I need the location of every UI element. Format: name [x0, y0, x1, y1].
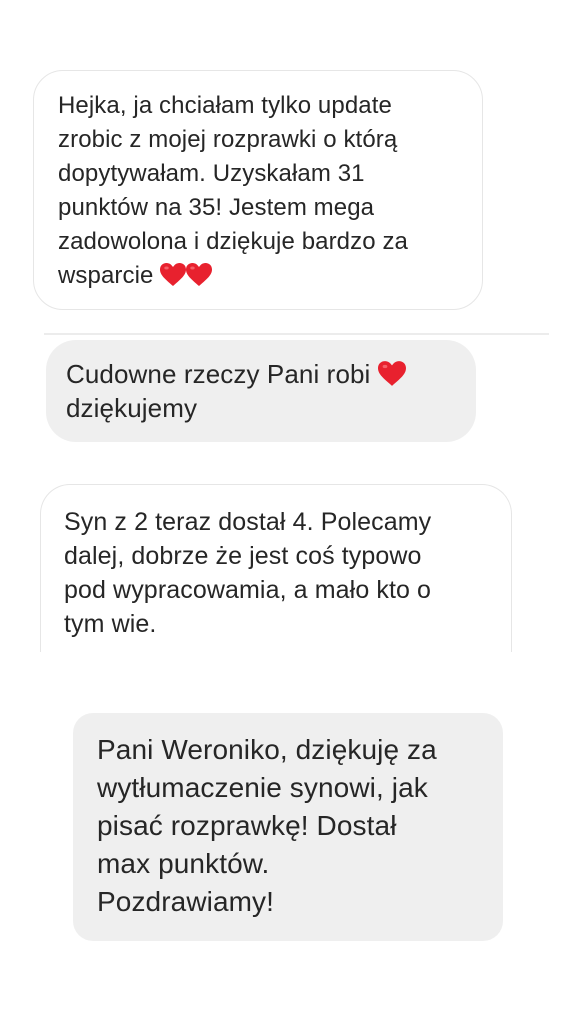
- message-bubble-3[interactable]: Syn z 2 teraz dostał 4. Polecamy dalej, …: [40, 484, 512, 659]
- message-bubble-2[interactable]: Cudowne rzeczy Pani robi dziękujemy: [46, 340, 476, 442]
- message-text-2-line-1: Cudowne rzeczy Pani robi: [66, 359, 371, 389]
- message-text-3: Syn z 2 teraz dostał 4. Polecamy dalej, …: [64, 508, 432, 638]
- message-bubble-4[interactable]: Pani Weroniko, dziękuję za wytłumaczenie…: [73, 713, 503, 941]
- crop-edge: [30, 652, 530, 662]
- message-bubble-1[interactable]: Hejka, ja chciałam tylko update zrobic z…: [33, 70, 483, 310]
- red-heart-icon: [160, 263, 187, 287]
- message-text-4: Pani Weroniko, dziękuję za wytłumaczenie…: [97, 734, 437, 917]
- message-text-2-line-2: dziękujemy: [66, 393, 198, 423]
- chat-divider: [44, 333, 549, 335]
- red-heart-icon: [186, 263, 213, 287]
- message-1-emoji: [154, 262, 213, 289]
- message-text-1: Hejka, ja chciałam tylko update zrobic z…: [58, 92, 408, 289]
- red-heart-icon: [377, 361, 406, 387]
